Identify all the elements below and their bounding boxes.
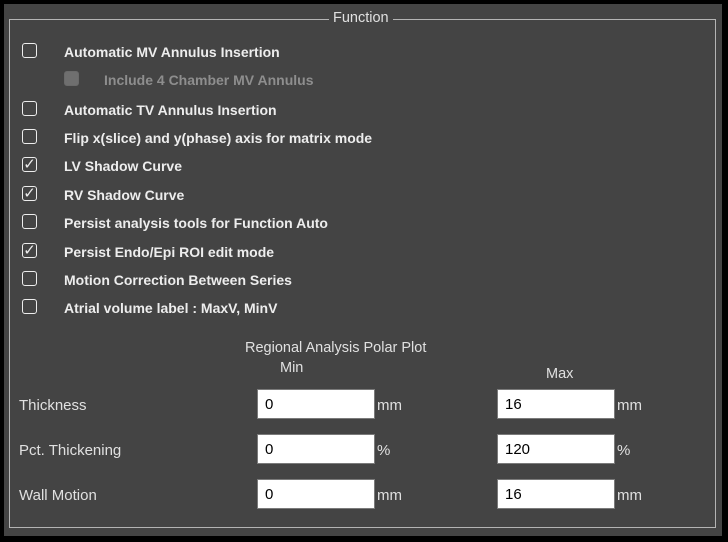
thickness-min-field[interactable]: [257, 389, 375, 419]
check-icon: ✓: [23, 241, 36, 259]
pct-thickening-label: Pct. Thickening: [19, 442, 122, 459]
checkbox-automatic-mv-annulus-insertion[interactable]: [22, 43, 37, 58]
thickness-label: Thickness: [19, 397, 87, 414]
pct-thickening-min-field[interactable]: [257, 434, 375, 464]
checkbox-rv-shadow-curve[interactable]: ✓: [22, 186, 37, 201]
wall-motion-max-field[interactable]: [497, 479, 615, 509]
option-label: Include 4 Chamber MV Annulus: [104, 72, 314, 88]
checkbox-automatic-tv-annulus-insertion[interactable]: [22, 101, 37, 116]
checkbox-lv-shadow-curve[interactable]: ✓: [22, 157, 37, 172]
pct-thickening-max-field[interactable]: [497, 434, 615, 464]
thickness-min-unit: mm: [377, 397, 402, 414]
option-label: Automatic TV Annulus Insertion: [64, 102, 277, 118]
min-column-header: Min: [280, 360, 304, 376]
option-label: LV Shadow Curve: [64, 158, 182, 174]
pct-thickening-max-unit: %: [617, 442, 631, 459]
thickness-max-field[interactable]: [497, 389, 615, 419]
option-label: Flip x(slice) and y(phase) axis for matr…: [64, 130, 373, 146]
option-label: Motion Correction Between Series: [64, 272, 292, 288]
checkbox-flip-axis-matrix-mode[interactable]: [22, 129, 37, 144]
polar-plot-section-title: Regional Analysis Polar Plot: [245, 340, 427, 356]
wall-motion-label: Wall Motion: [19, 487, 97, 504]
checkbox-persist-analysis-tools[interactable]: [22, 214, 37, 229]
pct-thickening-min-unit: %: [377, 442, 391, 459]
function-settings-panel: Function Automatic MV Annulus Insertion …: [4, 4, 722, 536]
checkbox-atrial-volume-label[interactable]: [22, 299, 37, 314]
option-label: Persist Endo/Epi ROI edit mode: [64, 244, 275, 260]
option-label: Automatic MV Annulus Insertion: [64, 44, 280, 60]
option-label: RV Shadow Curve: [64, 187, 185, 203]
option-label: Atrial volume label : MaxV, MinV: [64, 300, 278, 316]
function-group-title: Function: [329, 8, 393, 28]
wall-motion-min-unit: mm: [377, 487, 402, 504]
max-column-header: Max: [546, 366, 574, 382]
checkbox-persist-endo-epi-roi-edit-mode[interactable]: ✓: [22, 243, 37, 258]
checkbox-include-4-chamber-mv-annulus: [64, 71, 79, 86]
option-label: Persist analysis tools for Function Auto: [64, 215, 328, 231]
thickness-max-unit: mm: [617, 397, 642, 414]
wall-motion-min-field[interactable]: [257, 479, 375, 509]
wall-motion-max-unit: mm: [617, 487, 642, 504]
check-icon: ✓: [23, 184, 36, 202]
checkbox-motion-correction-between-series[interactable]: [22, 271, 37, 286]
check-icon: ✓: [23, 155, 36, 173]
